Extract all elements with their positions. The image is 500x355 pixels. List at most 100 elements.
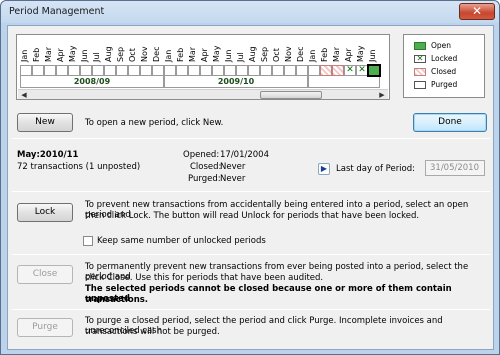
period-cell[interactable] (128, 65, 140, 76)
year-labels: 2008/09 2009/10 (20, 76, 380, 88)
divider (12, 309, 490, 310)
month-label-text: Apr (200, 48, 209, 62)
period-cell[interactable] (32, 65, 44, 76)
month-labels: Jan Feb Mar Apr May Jun Jul Aug Sep Oct Nov Dec Jan F… (20, 38, 380, 64)
period-name: May:2010/11 (17, 150, 79, 160)
closed-value: Never (220, 162, 246, 172)
scroll-left-arrow-icon[interactable]: ◀ (19, 91, 29, 99)
period-cell[interactable] (272, 65, 284, 76)
new-description: To open a new period, click New. (85, 118, 224, 128)
period-cell-locked[interactable]: ✕ (356, 65, 368, 76)
period-timeline[interactable]: Jan Feb Mar Apr May Jun Jul Aug Sep Oct Nov Dec Jan F… (16, 34, 390, 100)
period-cell[interactable] (200, 65, 212, 76)
month-label-text: Jun (80, 49, 89, 63)
period-cell[interactable] (224, 65, 236, 76)
period-cell[interactable] (152, 65, 164, 76)
month-label-text: May (356, 45, 365, 62)
month-label-text: Dec (296, 46, 305, 62)
period-cell-locked[interactable]: ✕ (344, 65, 356, 76)
close-period-button[interactable]: Close (17, 265, 73, 284)
close-window-button[interactable]: ✕ (459, 3, 495, 20)
month-label-text: Jul (92, 52, 101, 62)
period-cell[interactable] (212, 65, 224, 76)
period-cell[interactable] (56, 65, 68, 76)
purged-value: Never (220, 174, 246, 184)
period-cell[interactable] (284, 65, 296, 76)
period-cell[interactable] (308, 65, 320, 76)
year-2010-11 (308, 76, 380, 88)
last-day-label: Last day of Period: (336, 164, 416, 174)
period-cell[interactable] (248, 65, 260, 76)
dialog-body: Jan Feb Mar Apr May Jun Jul Aug Sep Oct Nov Dec Jan F… (7, 25, 494, 350)
locked-swatch-icon: ✕ (414, 55, 426, 63)
period-cell[interactable] (80, 65, 92, 76)
month-label-text: Apr (56, 48, 65, 62)
title-bar[interactable]: Period Management ✕ (1, 1, 499, 23)
year-2009-10: 2009/10 (164, 76, 308, 88)
month-label-text: May (68, 45, 77, 62)
close-description-line2: click Close. Use this for periods that h… (85, 273, 324, 283)
month-label-text: Jan (308, 49, 317, 62)
open-swatch-icon (414, 42, 426, 50)
lock-description-line2: then click Lock. The button will read Un… (85, 211, 420, 221)
purge-description-line2: transactions will not be purged. (85, 327, 220, 337)
month-label-text: Nov (284, 46, 293, 62)
last-day-field[interactable]: 31/05/2010 (425, 160, 485, 176)
scroll-thumb[interactable] (260, 91, 322, 99)
month-label-text: Apr (344, 48, 353, 62)
month-label-text: Oct (128, 48, 137, 62)
period-cell[interactable] (116, 65, 128, 76)
closed-swatch-icon (414, 68, 426, 76)
period-cell[interactable] (92, 65, 104, 76)
new-button[interactable]: New (17, 113, 73, 132)
month-label-text: May (212, 45, 221, 62)
divider (12, 138, 490, 139)
period-cell[interactable] (260, 65, 272, 76)
period-cell[interactable] (188, 65, 200, 76)
month-label-text: Feb (320, 47, 329, 62)
period-cell-closed[interactable] (332, 65, 344, 76)
timeline-scrollbar[interactable]: ◀ ▶ (18, 89, 388, 99)
period-cell-closed[interactable] (320, 65, 332, 76)
month-label-text: Mar (332, 46, 341, 62)
keep-unlocked-label[interactable]: Keep same number of unlocked periods (97, 236, 266, 246)
month-label-text: Jan (164, 49, 173, 62)
next-period-arrow-icon[interactable]: ▶ (318, 163, 330, 175)
month-label-text: Aug (248, 46, 257, 62)
month-label-text: Nov (140, 46, 149, 62)
opened-value: 17/01/2004 (220, 150, 269, 160)
keep-unlocked-checkbox[interactable] (83, 236, 93, 246)
period-cells[interactable]: ✕ ✕ (20, 64, 381, 77)
divider (12, 254, 490, 255)
divider (12, 191, 490, 192)
period-management-window: Period Management ✕ Jan Feb Mar Apr May Jun Ju… (0, 0, 500, 355)
period-cell[interactable] (68, 65, 80, 76)
year-2008-09: 2008/09 (20, 76, 164, 88)
done-button[interactable]: Done (413, 113, 487, 132)
period-cell-current[interactable] (367, 64, 381, 77)
month-label-text: Jul (236, 52, 245, 62)
month-label-text: Feb (176, 47, 185, 62)
month-label-text: Jan (20, 49, 29, 62)
lock-button[interactable]: Lock (17, 203, 73, 222)
transaction-count: 72 transactions (1 unposted) (17, 162, 141, 172)
period-cell[interactable] (104, 65, 116, 76)
purge-button[interactable]: Purge (17, 318, 73, 337)
month-label-text: Jun (224, 49, 233, 63)
period-cell[interactable] (44, 65, 56, 76)
period-cell[interactable] (164, 65, 176, 76)
month-label-text: Oct (272, 48, 281, 62)
period-cell[interactable] (296, 65, 308, 76)
period-cell[interactable] (236, 65, 248, 76)
window-title: Period Management (9, 6, 105, 17)
period-cell[interactable] (140, 65, 152, 76)
month-label-text: Mar (188, 46, 197, 62)
purged-swatch-icon (414, 81, 426, 89)
period-cell[interactable] (20, 65, 32, 76)
month-label-text: Mar (44, 46, 53, 62)
purged-label: Purged: (188, 174, 221, 184)
closed-label: Closed: (190, 162, 222, 172)
month-label-text: Feb (32, 47, 41, 62)
period-cell[interactable] (176, 65, 188, 76)
scroll-right-arrow-icon[interactable]: ▶ (377, 91, 387, 99)
